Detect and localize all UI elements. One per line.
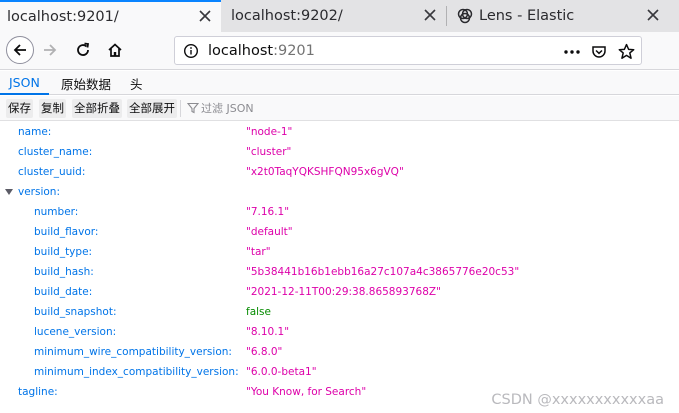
- json-row-cluster-uuid[interactable]: cluster_uuid: "x2t0TaqYQKSHFQN95x6gVQ": [0, 162, 679, 182]
- json-toolbar: 保存 复制 全部折叠 全部展开: [0, 96, 679, 121]
- json-value: "5b38441b16b1ebb16a27c107a4c3865776e20c5…: [246, 266, 520, 278]
- json-row-build-hash[interactable]: build_hash: "5b38441b16b1ebb16a27c107a4c…: [0, 262, 679, 282]
- close-icon[interactable]: [646, 8, 660, 22]
- json-value: "cluster": [246, 146, 292, 158]
- json-row-version[interactable]: version:: [0, 182, 679, 202]
- watermark: CSDN @xxxxxxxxxxxaa: [491, 392, 664, 408]
- navigation-toolbar: localhost:9201: [0, 32, 679, 70]
- toolbar-divider: [180, 100, 181, 117]
- url-bar[interactable]: localhost:9201: [174, 36, 642, 65]
- json-key: build_date:: [34, 286, 93, 298]
- pocket-icon[interactable]: [591, 44, 607, 60]
- back-icon: [13, 44, 26, 56]
- reload-icon: [77, 42, 90, 56]
- json-row-min-index-compat[interactable]: minimum_index_compatibility_version: "6.…: [0, 362, 679, 382]
- json-key: build_hash:: [34, 266, 94, 278]
- json-key: lucene_version:: [34, 326, 117, 338]
- json-key: name:: [18, 126, 52, 138]
- viewer-tabs: JSON 原始数据 头: [0, 71, 679, 95]
- tab-localhost-9202[interactable]: localhost:9202/: [222, 0, 446, 32]
- json-row-number[interactable]: number: "7.16.1": [0, 202, 679, 222]
- lens-tab-icon: [457, 8, 473, 24]
- info-icon[interactable]: [183, 43, 199, 59]
- copy-button[interactable]: 复制: [39, 99, 66, 118]
- tab-lens-elastic[interactable]: Lens - Elastic: [447, 0, 679, 32]
- json-value: "7.16.1": [246, 206, 290, 218]
- json-key: minimum_wire_compatibility_version:: [34, 346, 232, 358]
- close-icon[interactable]: [198, 9, 212, 23]
- url-text[interactable]: localhost:9201: [208, 43, 315, 59]
- json-value: "You Know, for Search": [246, 386, 367, 398]
- save-button[interactable]: 保存: [6, 99, 33, 118]
- json-row-name[interactable]: name: "node-1": [0, 122, 679, 142]
- json-row-build-flavor[interactable]: build_flavor: "default": [0, 222, 679, 242]
- json-key: build_snapshot:: [34, 306, 117, 318]
- json-key: build_flavor:: [34, 226, 99, 238]
- home-icon: [108, 43, 122, 57]
- json-key: tagline:: [18, 386, 58, 398]
- reload-button[interactable]: [73, 40, 93, 60]
- tab-headers[interactable]: 头: [130, 71, 143, 95]
- back-button[interactable]: [6, 36, 34, 64]
- json-row-build-snapshot[interactable]: build_snapshot: false: [0, 302, 679, 322]
- collapse-arrow-icon[interactable]: [5, 189, 13, 195]
- json-row-build-type[interactable]: build_type: "tar": [0, 242, 679, 262]
- json-row-cluster-name[interactable]: cluster_name: "cluster": [0, 142, 679, 162]
- url-host: localhost: [208, 43, 274, 59]
- json-row-lucene-version[interactable]: lucene_version: "8.10.1": [0, 322, 679, 342]
- collapse-all-button[interactable]: 全部折叠: [72, 99, 122, 118]
- forward-button[interactable]: [40, 40, 60, 60]
- bookmark-star-icon[interactable]: [618, 43, 635, 60]
- tab-strip: localhost:9201/ localhost:9202/ Lens - E…: [0, 0, 679, 32]
- tab-raw-data[interactable]: 原始数据: [61, 71, 111, 95]
- json-value: "6.8.0": [246, 346, 283, 358]
- json-key: number:: [34, 206, 79, 218]
- tab-localhost-9201[interactable]: localhost:9201/: [0, 0, 221, 32]
- more-icon[interactable]: [563, 49, 581, 55]
- json-value: "node-1": [246, 126, 293, 138]
- json-key: cluster_uuid:: [18, 166, 86, 178]
- json-row-min-wire-compat[interactable]: minimum_wire_compatibility_version: "6.8…: [0, 342, 679, 362]
- json-row-build-date[interactable]: build_date: "2021-12-11T00:29:38.8658937…: [0, 282, 679, 302]
- tab-title: localhost:9202/: [231, 8, 343, 24]
- filter-icon: [187, 102, 199, 114]
- tab-title: localhost:9201/: [7, 9, 119, 25]
- close-icon[interactable]: [423, 8, 437, 22]
- json-key: version:: [18, 186, 60, 198]
- json-key: build_type:: [34, 246, 93, 258]
- json-key: cluster_name:: [18, 146, 93, 158]
- tab-json[interactable]: JSON: [0, 71, 49, 95]
- json-value: "2021-12-11T00:29:38.865893768Z": [246, 286, 441, 298]
- json-value: "6.0.0-beta1": [246, 366, 317, 378]
- json-value: "8.10.1": [246, 326, 290, 338]
- expand-all-button[interactable]: 全部展开: [127, 99, 177, 118]
- json-value: "tar": [246, 246, 271, 258]
- tab-title: Lens - Elastic: [479, 8, 575, 24]
- filter-json-input[interactable]: [201, 99, 401, 118]
- forward-icon: [44, 44, 57, 56]
- json-key: minimum_index_compatibility_version:: [34, 366, 239, 378]
- json-value: "default": [246, 226, 293, 238]
- home-button[interactable]: [105, 40, 125, 60]
- url-port: :9201: [273, 43, 315, 59]
- json-value: "x2t0TaqYQKSHFQN95x6gVQ": [246, 166, 404, 178]
- json-value: false: [246, 306, 271, 318]
